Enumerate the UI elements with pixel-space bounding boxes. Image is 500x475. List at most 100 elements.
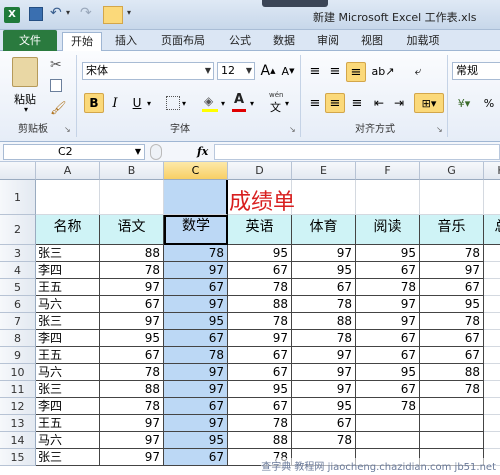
- score-cell[interactable]: 78: [356, 398, 420, 415]
- cell[interactable]: [36, 180, 100, 215]
- font-launcher-icon[interactable]: ↘: [289, 125, 296, 134]
- score-cell[interactable]: [356, 432, 420, 449]
- score-cell[interactable]: 67: [228, 262, 292, 279]
- middle-align-icon[interactable]: ≡: [326, 62, 344, 80]
- score-cell[interactable]: 88: [100, 381, 164, 398]
- score-cell[interactable]: 97: [356, 296, 420, 313]
- underline-dropdown-icon[interactable]: ▾: [147, 99, 151, 108]
- borders-icon[interactable]: [166, 96, 180, 110]
- name-cell[interactable]: 张三: [36, 313, 100, 330]
- cell[interactable]: [484, 313, 500, 330]
- tab-addins[interactable]: 加载项: [398, 32, 448, 51]
- column-label[interactable]: 名称: [36, 215, 100, 245]
- column-header-b[interactable]: B: [100, 162, 164, 180]
- shrink-font-button[interactable]: A ▼: [280, 62, 296, 80]
- tab-formulas[interactable]: 公式: [222, 32, 258, 51]
- cell[interactable]: [484, 330, 500, 347]
- name-cell[interactable]: 张三: [36, 381, 100, 398]
- score-cell[interactable]: 67: [164, 449, 228, 466]
- column-header-c[interactable]: C: [164, 162, 228, 180]
- score-cell[interactable]: 78: [100, 364, 164, 381]
- score-cell[interactable]: 78: [420, 245, 484, 262]
- score-cell[interactable]: 67: [420, 330, 484, 347]
- row-header[interactable]: 14: [0, 432, 36, 449]
- bold-button[interactable]: B: [84, 93, 104, 113]
- score-cell[interactable]: 78: [292, 296, 356, 313]
- score-cell[interactable]: 97: [164, 262, 228, 279]
- column-label[interactable]: 总: [484, 215, 500, 245]
- score-cell[interactable]: 67: [292, 279, 356, 296]
- font-color-dropdown-icon[interactable]: ▾: [250, 99, 254, 108]
- paste-dropdown-icon[interactable]: ▾: [24, 105, 28, 114]
- column-header-a[interactable]: A: [36, 162, 100, 180]
- score-cell[interactable]: 97: [100, 415, 164, 432]
- column-label[interactable]: 阅读: [356, 215, 420, 245]
- row-header[interactable]: 6: [0, 296, 36, 313]
- align-center-icon[interactable]: ≡: [325, 93, 345, 113]
- score-cell[interactable]: 88: [420, 364, 484, 381]
- score-cell[interactable]: 88: [100, 245, 164, 262]
- name-cell[interactable]: 马六: [36, 364, 100, 381]
- cell[interactable]: [356, 180, 420, 215]
- row-header[interactable]: 7: [0, 313, 36, 330]
- increase-indent-icon[interactable]: ⇥: [390, 93, 408, 113]
- underline-button[interactable]: U: [128, 93, 146, 113]
- cell[interactable]: [484, 398, 500, 415]
- cell[interactable]: [484, 262, 500, 279]
- font-name-select[interactable]: 宋体 ▼: [82, 62, 214, 80]
- copy-icon[interactable]: [50, 79, 62, 92]
- name-cell[interactable]: 马六: [36, 432, 100, 449]
- font-size-select[interactable]: 12 ▼: [217, 62, 255, 80]
- align-right-icon[interactable]: ≡: [348, 93, 366, 113]
- score-cell[interactable]: 78: [228, 313, 292, 330]
- score-cell[interactable]: 97: [100, 432, 164, 449]
- row-header[interactable]: 11: [0, 381, 36, 398]
- name-cell[interactable]: 马六: [36, 296, 100, 313]
- select-all-corner[interactable]: [0, 162, 36, 180]
- score-cell[interactable]: 88: [228, 296, 292, 313]
- name-cell[interactable]: 李四: [36, 330, 100, 347]
- alignment-launcher-icon[interactable]: ↘: [436, 125, 443, 134]
- redo-icon[interactable]: ↷: [80, 5, 92, 21]
- undo-icon[interactable]: ↶: [50, 5, 62, 21]
- merge-center-button[interactable]: ⊞▾: [414, 93, 444, 113]
- score-cell[interactable]: 97: [100, 449, 164, 466]
- grow-font-button[interactable]: A ▲: [260, 62, 276, 80]
- score-cell[interactable]: [420, 432, 484, 449]
- number-format-select[interactable]: 常规: [452, 62, 500, 80]
- cell[interactable]: [484, 296, 500, 313]
- score-cell[interactable]: 88: [228, 432, 292, 449]
- quick-access-form-icon[interactable]: [103, 6, 123, 24]
- score-cell[interactable]: 97: [228, 330, 292, 347]
- score-cell[interactable]: 67: [228, 398, 292, 415]
- borders-dropdown-icon[interactable]: ▾: [182, 99, 186, 108]
- paste-icon[interactable]: [12, 57, 38, 87]
- cell[interactable]: [484, 180, 500, 215]
- cell[interactable]: [484, 347, 500, 364]
- row-header[interactable]: 10: [0, 364, 36, 381]
- score-cell[interactable]: 67: [164, 398, 228, 415]
- score-cell[interactable]: 67: [100, 296, 164, 313]
- score-cell[interactable]: 67: [420, 347, 484, 364]
- tab-review[interactable]: 审阅: [310, 32, 346, 51]
- name-box[interactable]: C2 ▼: [3, 144, 145, 160]
- score-cell[interactable]: 97: [164, 296, 228, 313]
- score-cell[interactable]: 97: [292, 347, 356, 364]
- tab-data[interactable]: 数据: [266, 32, 302, 51]
- name-cell[interactable]: 李四: [36, 262, 100, 279]
- font-color-icon[interactable]: A: [234, 92, 244, 107]
- score-cell[interactable]: 95: [356, 245, 420, 262]
- cell[interactable]: [484, 432, 500, 449]
- tab-insert[interactable]: 插入: [108, 32, 144, 51]
- undo-dropdown-icon[interactable]: ▾: [66, 8, 70, 17]
- score-cell[interactable]: [420, 398, 484, 415]
- cell[interactable]: [484, 245, 500, 262]
- score-cell[interactable]: 97: [100, 313, 164, 330]
- score-cell[interactable]: 97: [420, 262, 484, 279]
- score-cell[interactable]: 95: [292, 398, 356, 415]
- percent-icon[interactable]: %: [480, 93, 498, 113]
- fill-color-icon[interactable]: ◈: [204, 94, 213, 108]
- score-cell[interactable]: 67: [100, 347, 164, 364]
- name-cell[interactable]: 张三: [36, 449, 100, 466]
- tab-file[interactable]: 文件: [3, 30, 57, 51]
